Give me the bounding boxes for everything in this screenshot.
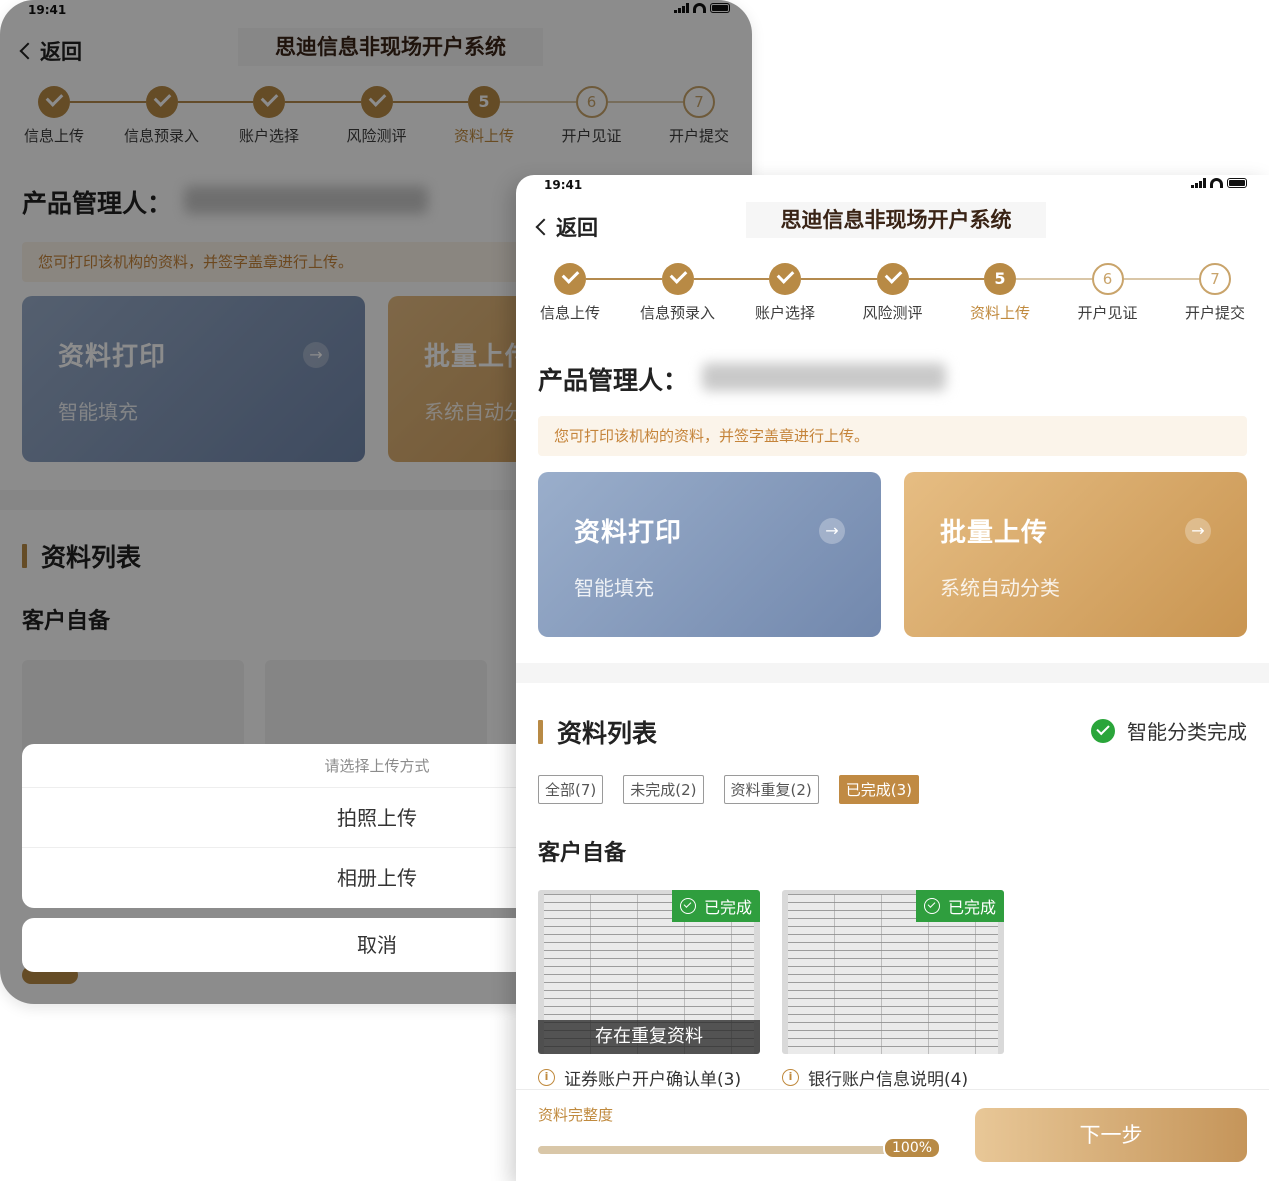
batch-card-title: 批量上传 bbox=[940, 518, 1049, 548]
step-label: 风险测评 bbox=[862, 304, 923, 322]
check-step-icon bbox=[554, 263, 586, 295]
smart-classify-status: 智能分类完成 bbox=[1091, 716, 1247, 745]
step-item: 6 开户见证 bbox=[1068, 263, 1148, 323]
completeness-progress-fill bbox=[538, 1146, 938, 1154]
step-item: 信息预录入 bbox=[638, 263, 718, 323]
completeness-progress bbox=[538, 1146, 938, 1154]
check-step-icon bbox=[661, 263, 694, 295]
mockup-canvas: 19:41 返回 思迪信息非现场开户系统 信息上传 信息预录入 账户选择 风险测评 5 资… bbox=[0, 0, 1269, 1181]
check-step-icon bbox=[876, 263, 909, 295]
status-time: 19:41 bbox=[544, 178, 583, 192]
step-number: 6 bbox=[1091, 263, 1124, 295]
page-title: 思迪信息非现场开户系统 bbox=[746, 202, 1046, 238]
title-accent-bar bbox=[538, 720, 543, 744]
filter-chip[interactable]: 已完成(3) bbox=[838, 775, 919, 804]
wifi-icon bbox=[1210, 178, 1223, 188]
completeness-label: 资料完整度 bbox=[538, 1106, 614, 1124]
step-number: 5 bbox=[984, 263, 1016, 295]
arrow-right-icon: → bbox=[1185, 518, 1211, 544]
section-divider bbox=[516, 663, 1269, 683]
completed-tag: 已完成 bbox=[915, 890, 1004, 922]
document-caption: i 银行账户信息说明(4) bbox=[782, 1065, 968, 1090]
step-item: 信息上传 bbox=[530, 263, 610, 323]
smart-classify-text: 智能分类完成 bbox=[1127, 720, 1247, 744]
filter-chip[interactable]: 未完成(2) bbox=[623, 775, 704, 804]
check-circle-icon bbox=[679, 898, 696, 914]
print-card[interactable]: 资料打印 智能填充 → bbox=[538, 472, 881, 637]
status-icons bbox=[1191, 178, 1247, 188]
print-card-subtitle: 智能填充 bbox=[574, 576, 654, 600]
blurred-company-name bbox=[702, 363, 946, 391]
batch-card-subtitle: 系统自动分类 bbox=[940, 576, 1060, 600]
batch-card[interactable]: 批量上传 系统自动分类 → bbox=[904, 472, 1247, 637]
document-caption-text: 银行账户信息说明(4) bbox=[808, 1070, 969, 1090]
check-step-icon bbox=[769, 263, 801, 295]
battery-icon bbox=[1227, 178, 1247, 188]
back-button[interactable]: 返回 bbox=[535, 212, 598, 242]
signal-icon bbox=[1191, 178, 1206, 188]
duplicate-warning-bar: 存在重复资料 bbox=[538, 1020, 760, 1054]
status-bar: 19:41 bbox=[516, 175, 1269, 197]
print-card-title: 资料打印 bbox=[574, 518, 683, 548]
step-number: 7 bbox=[1199, 263, 1231, 295]
completed-tag-text: 已完成 bbox=[947, 898, 996, 917]
step-label: 信息预录入 bbox=[639, 304, 715, 322]
list-title: 资料列表 bbox=[538, 714, 657, 750]
step-label: 信息上传 bbox=[539, 304, 600, 322]
filter-chips: 全部(7) 未完成(2) 资料重复(2) 已完成(3) bbox=[538, 775, 919, 804]
filter-chip[interactable]: 资料重复(2) bbox=[723, 775, 819, 804]
product-manager-label: 产品管理人： bbox=[538, 366, 689, 395]
step-item: 账户选择 bbox=[745, 263, 825, 323]
step-item: 5 资料上传 bbox=[960, 263, 1040, 323]
document-caption-text: 证券账户开户确认单(3) bbox=[564, 1070, 742, 1090]
back-label: 返回 bbox=[556, 216, 598, 240]
next-step-button[interactable]: 下一步 bbox=[975, 1108, 1247, 1162]
step-item: 7 开户提交 bbox=[1175, 263, 1255, 323]
check-circle-icon bbox=[923, 898, 940, 914]
step-label: 开户提交 bbox=[1184, 304, 1245, 322]
step-label: 开户见证 bbox=[1077, 304, 1138, 322]
document-thumbnail[interactable]: 已完成 bbox=[782, 890, 1004, 1054]
arrow-right-icon: → bbox=[819, 518, 845, 544]
document-caption: i 证券账户开户确认单(3) bbox=[538, 1065, 741, 1090]
customer-section-title: 客户自备 bbox=[538, 841, 627, 866]
step-item: 风险测评 bbox=[853, 263, 933, 323]
step-label: 账户选择 bbox=[754, 304, 815, 322]
chevron-left-icon bbox=[535, 218, 553, 236]
completed-tag: 已完成 bbox=[671, 890, 760, 922]
check-circle-icon bbox=[1091, 718, 1115, 743]
completed-tag-text: 已完成 bbox=[703, 898, 752, 917]
notice-banner: 您可打印该机构的资料，并签字盖章进行上传。 bbox=[538, 416, 1247, 456]
step-progress: 信息上传 信息预录入 账户选择 风险测评 5 资料上传 6 开户见证 7 开户提交 bbox=[530, 263, 1269, 333]
filter-chip[interactable]: 全部(7) bbox=[538, 775, 604, 804]
document-thumbnail[interactable]: 已完成 存在重复资料 bbox=[538, 890, 760, 1054]
info-icon: i bbox=[782, 1069, 799, 1086]
list-title-text: 资料列表 bbox=[557, 719, 658, 748]
step-label: 资料上传 bbox=[969, 304, 1030, 322]
bottom-action-bar: 资料完整度 100% 下一步 bbox=[516, 1089, 1269, 1181]
front-screen: 19:41 返回 思迪信息非现场开户系统 信息上传 信息预录入 账户选择 风险测评 5 资… bbox=[516, 175, 1269, 1181]
completeness-value: 100% bbox=[883, 1137, 942, 1159]
info-icon: i bbox=[538, 1069, 555, 1086]
